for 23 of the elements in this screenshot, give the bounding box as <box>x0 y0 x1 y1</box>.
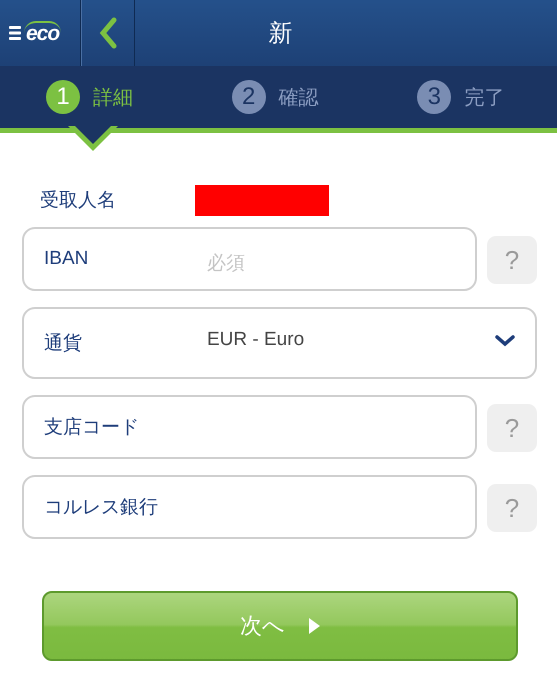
field-label: IBAN <box>44 248 90 270</box>
step-number: 3 <box>417 80 452 114</box>
currency-dropdown[interactable]: 通貨 EUR - Euro <box>22 307 537 379</box>
input-field[interactable]: IBAN 必須 <box>22 227 477 291</box>
step-number: 1 <box>46 80 80 114</box>
step-number: 2 <box>232 80 266 114</box>
play-icon <box>309 618 320 634</box>
page-title: 新 <box>268 19 292 49</box>
chevron-down-icon <box>495 335 515 347</box>
placeholder-text: 必須 <box>207 252 245 276</box>
dropdown-value: EUR - Euro <box>207 329 306 352</box>
step-label: 詳細 <box>93 86 133 110</box>
field-label: コルレス銀行 <box>44 496 159 520</box>
input-field[interactable]: 支店コード <box>22 395 477 459</box>
field-label: 支店コード <box>44 416 140 440</box>
step-label: 完了 <box>464 86 504 110</box>
logo: eco <box>24 21 62 45</box>
menu-icon[interactable] <box>9 26 21 40</box>
back-icon[interactable] <box>99 17 117 49</box>
field-label: 通貨 <box>44 332 83 356</box>
recipient-label: 受取人名 <box>40 189 117 213</box>
step-label: 確認 <box>278 86 319 110</box>
input-field[interactable]: コルレス銀行 <box>22 475 477 539</box>
